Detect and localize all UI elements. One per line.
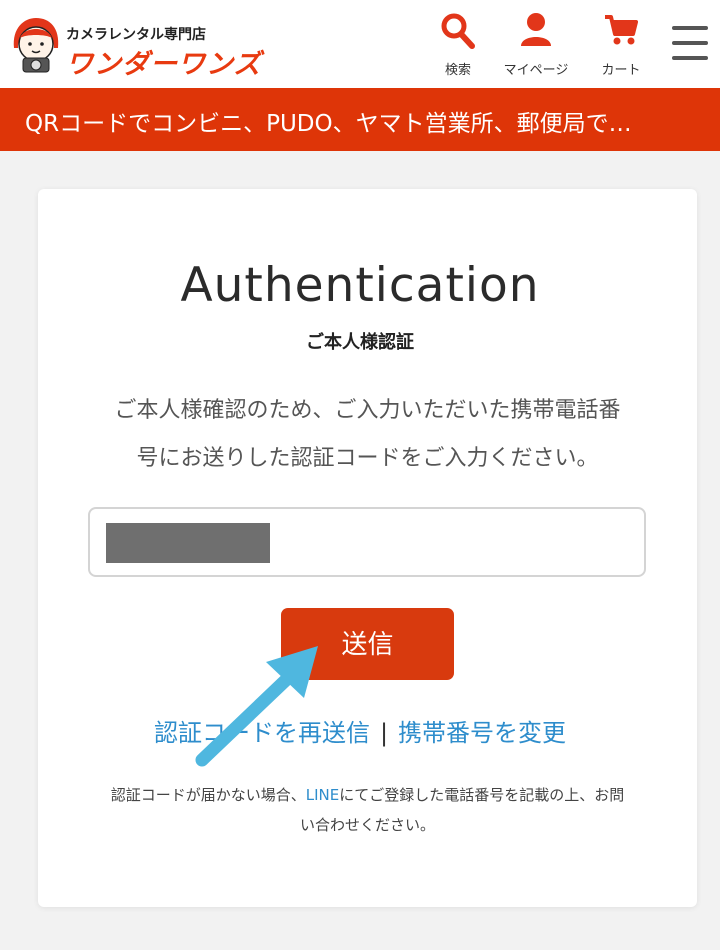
- logo-brand-name: ワンダーワンズ: [66, 49, 262, 80]
- link-separator: |: [379, 719, 389, 747]
- site-header: カメラレンタル専門店 ワンダーワンズ 検索 マイページ カート: [0, 0, 720, 88]
- help-note-line-2: い合わせください。: [299, 816, 435, 834]
- cart-icon: [605, 15, 638, 45]
- description-line-1: ご本人様確認のため、ご入力いただいた携帯電話番: [114, 398, 621, 423]
- logo-tagline: カメラレンタル専門店: [66, 27, 206, 43]
- nav-mypage-label: マイページ: [503, 63, 569, 78]
- announcement-banner[interactable]: QRコードでコンビニ、PUDO、ヤマト営業所、郵便局で…: [0, 88, 720, 151]
- nav-mypage[interactable]: マイページ: [496, 10, 576, 80]
- submit-button[interactable]: 送信: [281, 608, 454, 680]
- nav-search[interactable]: 検索: [418, 10, 498, 80]
- nav-cart-label: カート: [601, 63, 641, 78]
- verification-code-input[interactable]: [88, 507, 646, 577]
- page-title: Authentication: [180, 258, 540, 313]
- mascot-logo-icon: [13, 18, 59, 73]
- help-note-line-1: 認証コードが届かない場合、LINEにてご登録した電話番号を記載の上、お問: [80, 784, 655, 805]
- redacted-code-value: [106, 523, 270, 563]
- search-icon: [441, 13, 475, 49]
- user-icon: [521, 13, 551, 46]
- site-logo[interactable]: カメラレンタル専門店 ワンダーワンズ: [10, 14, 260, 80]
- help-note-text-after: にてご登録した電話番号を記載の上、お問: [339, 786, 625, 804]
- help-note-text-before: 認証コードが届かない場合、: [110, 786, 306, 804]
- description-line-2: 号にお送りした認証コードをご入力ください。: [136, 446, 599, 471]
- secondary-links: 認証コードを再送信 | 携帯番号を変更: [0, 713, 720, 748]
- nav-cart[interactable]: カート: [581, 10, 661, 80]
- resend-code-link[interactable]: 認証コードを再送信: [154, 719, 370, 747]
- banner-text: QRコードでコンビニ、PUDO、ヤマト営業所、郵便局で…: [25, 111, 632, 137]
- change-phone-link[interactable]: 携帯番号を変更: [398, 719, 566, 747]
- nav-search-label: 検索: [444, 63, 471, 78]
- page-subtitle: ご本人様認証: [306, 332, 414, 353]
- hamburger-menu-icon[interactable]: [670, 24, 710, 62]
- line-link[interactable]: LINE: [306, 786, 339, 804]
